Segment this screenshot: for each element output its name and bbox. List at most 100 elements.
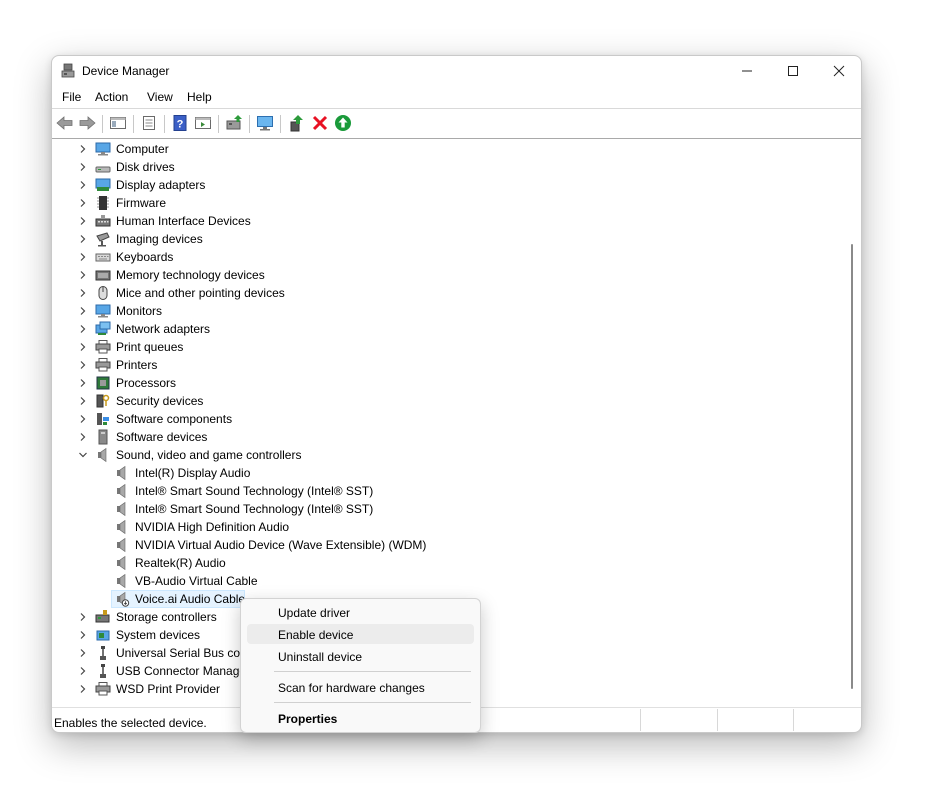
show-hide-console-tree-icon[interactable] [108, 113, 128, 133]
chevron-right-icon[interactable] [78, 306, 88, 316]
tree-category[interactable]: Keyboards [52, 248, 832, 266]
action-pane-icon[interactable] [193, 113, 213, 133]
speaker-disabled-icon [117, 591, 130, 607]
chevron-right-icon[interactable] [78, 342, 88, 352]
tree-category[interactable]: Software components [52, 410, 832, 428]
tree-category[interactable]: Software devices [52, 428, 832, 446]
chevron-right-icon[interactable] [78, 648, 88, 658]
properties-icon[interactable] [139, 113, 159, 133]
update-driver-label: Update driver [278, 606, 351, 620]
chevron-right-icon[interactable] [78, 432, 88, 442]
tree-device[interactable]: Intel(R) Display Audio [52, 464, 832, 482]
tree-category[interactable]: Memory technology devices [52, 266, 832, 284]
speaker-icon [117, 573, 126, 589]
minimize-button[interactable] [724, 56, 770, 86]
tree-category[interactable]: Disk drives [52, 158, 832, 176]
chevron-right-icon[interactable] [78, 378, 88, 388]
chevron-right-icon[interactable] [78, 324, 88, 334]
processor-icon [96, 376, 110, 390]
menu-file[interactable]: File [62, 90, 81, 104]
properties-menu-item[interactable]: Properties [247, 708, 474, 728]
scan-hardware-menu-item[interactable]: Scan for hardware changes [247, 677, 474, 697]
tree-category[interactable]: Imaging devices [52, 230, 832, 248]
tree-category[interactable]: Network adapters [52, 320, 832, 338]
chevron-right-icon[interactable] [78, 180, 88, 190]
chevron-right-icon[interactable] [78, 666, 88, 676]
disk-drive-icon [95, 166, 111, 173]
tree-item-label: Network adapters [116, 322, 211, 336]
vertical-scrollbar[interactable] [847, 139, 859, 707]
tree-category[interactable]: Printers [52, 356, 832, 374]
tree-category[interactable]: Monitors [52, 302, 832, 320]
chevron-down-icon[interactable] [78, 450, 88, 460]
chevron-right-icon[interactable] [78, 360, 88, 370]
enable-green-icon[interactable] [333, 113, 353, 133]
update-driver-menu-item[interactable]: Update driver [247, 602, 474, 622]
minimize-icon [742, 70, 752, 72]
chevron-right-icon[interactable] [78, 684, 88, 694]
context-menu: Update driver Enable device Uninstall de… [240, 598, 481, 733]
speaker-icon [98, 447, 107, 463]
tree-item-label: Print queues [116, 340, 184, 354]
tree-item-label: Software devices [116, 430, 208, 444]
tree-category[interactable]: Sound, video and game controllers [52, 446, 832, 464]
chevron-right-icon[interactable] [78, 630, 88, 640]
tree-device[interactable]: NVIDIA Virtual Audio Device (Wave Extens… [52, 536, 832, 554]
chevron-right-icon[interactable] [78, 612, 88, 622]
tree-item-label: Mice and other pointing devices [116, 286, 285, 300]
printer-icon [95, 682, 111, 696]
forward-icon[interactable] [77, 113, 97, 133]
tree-item-label: Keyboards [116, 250, 174, 264]
tree-item-label: Intel® Smart Sound Technology (Intel® SS… [135, 484, 374, 498]
status-text: Enables the selected device. [54, 716, 207, 730]
chevron-right-icon[interactable] [78, 414, 88, 424]
scan-hardware-icon[interactable] [255, 113, 275, 133]
tree-item-label: Voice.ai Audio Cable [135, 592, 246, 606]
menu-help[interactable]: Help [187, 90, 212, 104]
tree-category[interactable]: Firmware [52, 194, 832, 212]
title-bar[interactable]: Device Manager [52, 56, 861, 86]
menu-action[interactable]: Action [95, 90, 128, 104]
close-button[interactable] [816, 56, 861, 86]
tree-device[interactable]: Intel® Smart Sound Technology (Intel® SS… [52, 482, 832, 500]
toolbar-separator [133, 115, 134, 133]
tree-device[interactable]: Intel® Smart Sound Technology (Intel® SS… [52, 500, 832, 518]
tree-item-label: Memory technology devices [116, 268, 265, 282]
tree-category[interactable]: Mice and other pointing devices [52, 284, 832, 302]
tree-category[interactable]: Print queues [52, 338, 832, 356]
chevron-right-icon[interactable] [78, 144, 88, 154]
tree-item-label: System devices [116, 628, 201, 642]
tree-category[interactable]: Human Interface Devices [52, 212, 832, 230]
update-driver-icon[interactable] [224, 113, 244, 133]
enable-device-menu-item[interactable]: Enable device [247, 624, 474, 644]
memory-icon [95, 270, 111, 281]
tree-device[interactable]: VB-Audio Virtual Cable [52, 572, 832, 590]
scrollbar-thumb[interactable] [851, 244, 853, 689]
chevron-right-icon[interactable] [78, 252, 88, 262]
tree-category[interactable]: Processors [52, 374, 832, 392]
help-icon[interactable]: ? [170, 113, 190, 133]
enable-device-label: Enable device [278, 628, 354, 642]
chevron-right-icon[interactable] [78, 270, 88, 280]
tree-category[interactable]: Security devices [52, 392, 832, 410]
tree-category[interactable]: Display adapters [52, 176, 832, 194]
maximize-button[interactable] [770, 56, 816, 86]
chevron-right-icon[interactable] [78, 288, 88, 298]
chevron-right-icon[interactable] [78, 162, 88, 172]
chevron-right-icon[interactable] [78, 234, 88, 244]
speaker-icon [117, 501, 126, 517]
chevron-right-icon[interactable] [78, 198, 88, 208]
status-divider [640, 709, 641, 731]
back-icon[interactable] [55, 113, 75, 133]
usb-icon [100, 664, 106, 678]
uninstall-icon[interactable] [310, 113, 330, 133]
uninstall-device-menu-item[interactable]: Uninstall device [247, 646, 474, 666]
menu-view[interactable]: View [147, 90, 173, 104]
tree-device[interactable]: NVIDIA High Definition Audio [52, 518, 832, 536]
chevron-right-icon[interactable] [78, 216, 88, 226]
tree-category[interactable]: Computer [52, 140, 832, 158]
chevron-right-icon[interactable] [78, 396, 88, 406]
tree-device[interactable]: Realtek(R) Audio [52, 554, 832, 572]
tree-item-label: WSD Print Provider [116, 682, 221, 696]
enable-device-icon[interactable] [287, 113, 307, 133]
